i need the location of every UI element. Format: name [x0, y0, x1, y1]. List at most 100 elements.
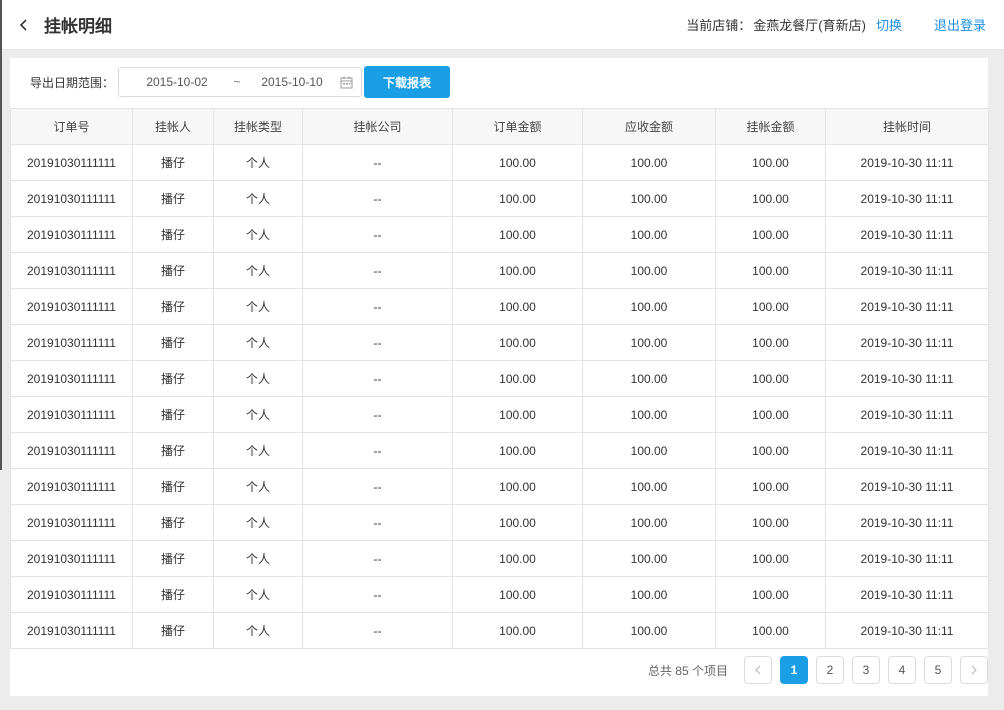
credit-type-cell: 个人	[213, 288, 303, 325]
order-id-cell: 20191030111111	[10, 396, 133, 433]
store-info: 当前店铺： 金燕龙餐厅(育新店) 切换 退出登录	[686, 15, 1004, 34]
page-title: 挂帐明细	[44, 17, 112, 36]
credit-type-cell: 个人	[213, 396, 303, 433]
table-row: 20191030111111 播仔 个人 -- 100.00 100.00 100.00 20…	[10, 216, 989, 253]
credit-company-cell: --	[302, 144, 453, 181]
credit-type-cell: 个人	[213, 540, 303, 577]
column-header: 订单金额	[452, 108, 583, 145]
order-id-cell: 20191030111111	[10, 540, 133, 577]
start-date-input[interactable]: 2015-10-02	[127, 75, 227, 89]
prev-page-button[interactable]	[744, 656, 772, 684]
main-panel: 导出日期范围： 2015-10-02 ~ 2015-10-10 下载报表 订单号…	[10, 58, 989, 696]
table-row: 20191030111111 播仔 个人 -- 100.00 100.00 100.00 20…	[10, 612, 989, 649]
left-edge-rule	[0, 0, 2, 470]
order-id-cell: 20191030111111	[10, 288, 133, 325]
receivable-amount-cell: 100.00	[582, 144, 716, 181]
end-date-input[interactable]: 2015-10-10	[247, 75, 337, 89]
table-row: 20191030111111 播仔 个人 -- 100.00 100.00 100.00 20…	[10, 576, 989, 613]
switch-store-link[interactable]: 切换	[876, 15, 902, 34]
credit-company-cell: --	[302, 180, 453, 217]
page-button-1[interactable]: 1	[780, 656, 808, 684]
order-amount-cell: 100.00	[452, 396, 583, 433]
account-holder-cell: 播仔	[132, 612, 214, 649]
logout-link[interactable]: 退出登录	[934, 15, 986, 34]
credit-time-cell: 2019-10-30 11:11	[825, 612, 989, 649]
receivable-amount-cell: 100.00	[582, 576, 716, 613]
order-id-cell: 20191030111111	[10, 432, 133, 469]
credit-amount-cell: 100.00	[715, 612, 826, 649]
credit-type-cell: 个人	[213, 180, 303, 217]
column-header: 挂帐金额	[715, 108, 826, 145]
credit-time-cell: 2019-10-30 11:11	[825, 216, 989, 253]
pagination: 总共 85 个项目 12345	[648, 656, 988, 684]
order-amount-cell: 100.00	[452, 432, 583, 469]
order-id-cell: 20191030111111	[10, 144, 133, 181]
page-button-4[interactable]: 4	[888, 656, 916, 684]
credit-detail-table: 订单号 挂帐人 挂帐类型 挂帐公司 订单金额 应收金额 挂帐金额 挂帐时间 201910301…	[10, 108, 989, 649]
credit-company-cell: --	[302, 576, 453, 613]
table-row: 20191030111111 播仔 个人 -- 100.00 100.00 100.00 20…	[10, 180, 989, 217]
credit-company-cell: --	[302, 612, 453, 649]
credit-company-cell: --	[302, 396, 453, 433]
date-range-picker[interactable]: 2015-10-02 ~ 2015-10-10	[118, 67, 363, 97]
account-holder-cell: 播仔	[132, 504, 214, 541]
order-amount-cell: 100.00	[452, 324, 583, 361]
order-amount-cell: 100.00	[452, 504, 583, 541]
credit-amount-cell: 100.00	[715, 432, 826, 469]
table-row: 20191030111111 播仔 个人 -- 100.00 100.00 100.00 20…	[10, 540, 989, 577]
order-id-cell: 20191030111111	[10, 576, 133, 613]
order-amount-cell: 100.00	[452, 468, 583, 505]
credit-amount-cell: 100.00	[715, 468, 826, 505]
account-holder-cell: 播仔	[132, 576, 214, 613]
credit-amount-cell: 100.00	[715, 504, 826, 541]
order-id-cell: 20191030111111	[10, 216, 133, 253]
chevron-left-icon	[19, 18, 27, 31]
download-report-button[interactable]: 下载报表	[364, 66, 451, 98]
next-page-button[interactable]	[960, 656, 988, 684]
credit-company-cell: --	[302, 216, 453, 253]
order-amount-cell: 100.00	[452, 180, 583, 217]
credit-time-cell: 2019-10-30 11:11	[825, 252, 989, 289]
filter-bar: 导出日期范围： 2015-10-02 ~ 2015-10-10 下载报表	[10, 58, 988, 106]
credit-time-cell: 2019-10-30 11:11	[825, 540, 989, 577]
credit-amount-cell: 100.00	[715, 216, 826, 253]
credit-company-cell: --	[302, 432, 453, 469]
credit-time-cell: 2019-10-30 11:11	[825, 432, 989, 469]
table-row: 20191030111111 播仔 个人 -- 100.00 100.00 100.00 20…	[10, 396, 989, 433]
credit-time-cell: 2019-10-30 11:11	[825, 396, 989, 433]
table-row: 20191030111111 播仔 个人 -- 100.00 100.00 100.00 20…	[10, 432, 989, 469]
column-header: 挂帐公司	[302, 108, 453, 145]
receivable-amount-cell: 100.00	[582, 432, 716, 469]
credit-amount-cell: 100.00	[715, 576, 826, 613]
account-holder-cell: 播仔	[132, 396, 214, 433]
order-amount-cell: 100.00	[452, 252, 583, 289]
page-button-2[interactable]: 2	[816, 656, 844, 684]
account-holder-cell: 播仔	[132, 324, 214, 361]
credit-type-cell: 个人	[213, 612, 303, 649]
order-id-cell: 20191030111111	[10, 360, 133, 397]
credit-type-cell: 个人	[213, 432, 303, 469]
chevron-left-icon	[755, 665, 761, 675]
receivable-amount-cell: 100.00	[582, 612, 716, 649]
table-row: 20191030111111 播仔 个人 -- 100.00 100.00 100.00 20…	[10, 360, 989, 397]
receivable-amount-cell: 100.00	[582, 360, 716, 397]
credit-company-cell: --	[302, 540, 453, 577]
receivable-amount-cell: 100.00	[582, 396, 716, 433]
order-amount-cell: 100.00	[452, 540, 583, 577]
table-row: 20191030111111 播仔 个人 -- 100.00 100.00 100.00 20…	[10, 324, 989, 361]
calendar-icon[interactable]	[340, 76, 353, 89]
order-amount-cell: 100.00	[452, 360, 583, 397]
page-button-5[interactable]: 5	[924, 656, 952, 684]
credit-type-cell: 个人	[213, 252, 303, 289]
back-button[interactable]	[8, 0, 40, 50]
order-id-cell: 20191030111111	[10, 180, 133, 217]
page-button-3[interactable]: 3	[852, 656, 880, 684]
receivable-amount-cell: 100.00	[582, 216, 716, 253]
date-range-label: 导出日期范围：	[30, 75, 115, 90]
credit-type-cell: 个人	[213, 324, 303, 361]
date-separator: ~	[233, 75, 241, 89]
table-row: 20191030111111 播仔 个人 -- 100.00 100.00 100.00 20…	[10, 144, 989, 181]
receivable-amount-cell: 100.00	[582, 252, 716, 289]
credit-amount-cell: 100.00	[715, 396, 826, 433]
receivable-amount-cell: 100.00	[582, 468, 716, 505]
